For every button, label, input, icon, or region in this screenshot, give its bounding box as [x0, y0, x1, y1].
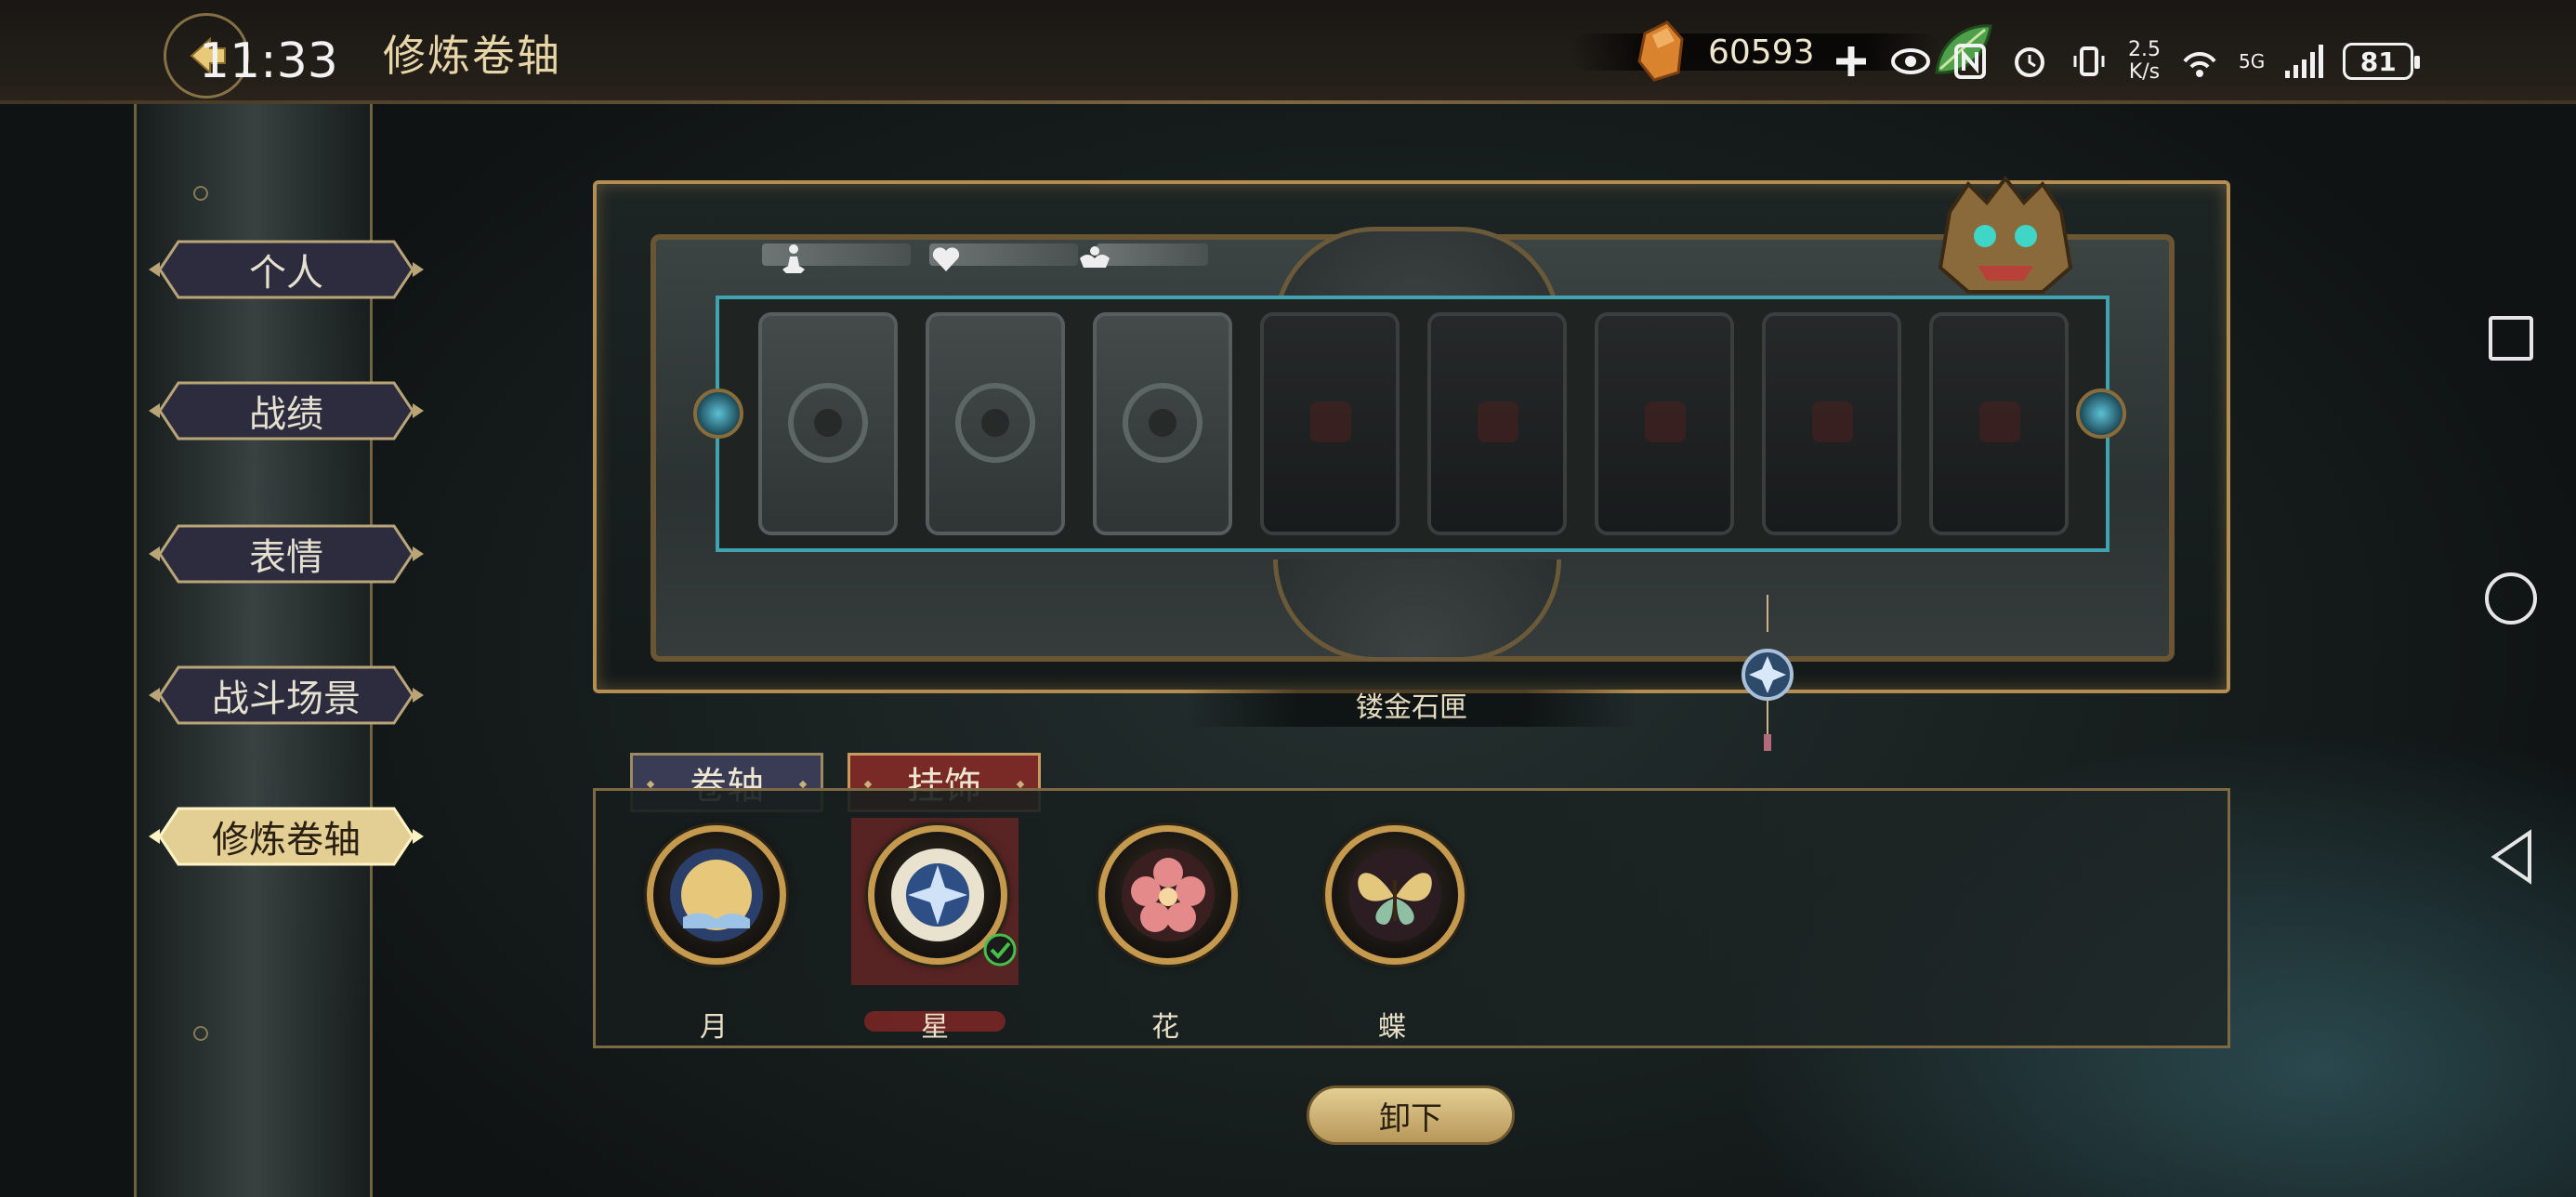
seal-icon — [1310, 401, 1351, 442]
box-slot — [758, 312, 898, 535]
box-slot-locked — [1929, 312, 2069, 535]
seal-icon — [1645, 401, 1686, 442]
sidebar-item-battle-scene[interactable]: 战斗场景 — [147, 664, 426, 727]
clock: 11:33 — [199, 33, 338, 89]
moon-icon — [670, 848, 763, 941]
box-slot-locked — [1260, 312, 1400, 535]
recent-apps-button[interactable] — [2489, 316, 2533, 361]
seal-icon — [1478, 401, 1518, 442]
sidebar-item-emotes[interactable]: 表情 — [147, 522, 426, 585]
box-side-knob-left — [693, 388, 743, 439]
page-title: 修炼卷轴 — [383, 31, 561, 81]
amber-gem-icon[interactable] — [1636, 20, 1686, 82]
sidebar-item-label: 表情 — [249, 536, 323, 579]
sidebar-item-label: 个人 — [249, 252, 323, 295]
item-star[interactable]: 星 — [851, 818, 1019, 1044]
item-coin — [1098, 825, 1238, 965]
signal-type: 5G — [2239, 50, 2266, 72]
seal-icon — [1979, 401, 2020, 442]
sidebar-item-cultivation-scroll[interactable]: 修炼卷轴 — [147, 805, 426, 868]
butterfly-icon — [1348, 848, 1441, 941]
slot-ring — [788, 383, 868, 463]
box-slot-locked — [1762, 312, 1901, 535]
star-icon — [891, 848, 984, 941]
rail-ornament — [193, 1026, 208, 1041]
tab-ornament — [1016, 780, 1025, 789]
box-name-label: 镂金石匣 — [1186, 690, 1637, 727]
heart-icon — [932, 247, 960, 271]
box-side-knob-right — [2076, 388, 2126, 439]
home-button[interactable] — [2485, 572, 2537, 625]
sidebar-item-record[interactable]: 战绩 — [147, 379, 426, 442]
item-flower[interactable]: 花 — [1082, 818, 1249, 1044]
item-label: 星 — [921, 1011, 949, 1044]
sidebar-item-profile[interactable]: 个人 — [147, 238, 426, 301]
nfc-icon — [1950, 41, 1991, 82]
sidebar-item-label: 战斗场景 — [212, 677, 361, 720]
item-label: 花 — [1151, 1011, 1179, 1044]
sidebar-item-label: 修炼卷轴 — [212, 819, 361, 862]
seal-icon — [1812, 401, 1853, 442]
tab-ornament — [646, 780, 655, 789]
tab-ornament — [798, 780, 808, 789]
strength-icon — [1080, 246, 1110, 268]
alarm-icon — [2009, 41, 2050, 82]
unequip-button[interactable]: 卸下 — [1307, 1085, 1515, 1145]
slot-ring — [955, 383, 1035, 463]
item-label: 月 — [700, 1011, 728, 1044]
item-coin — [647, 825, 786, 965]
rail-divider-left — [134, 104, 137, 1197]
net-speed-unit: K/s — [2128, 60, 2161, 84]
box-slot — [1093, 312, 1232, 535]
plus-icon — [1831, 41, 1872, 82]
flower-icon — [1122, 848, 1215, 941]
meditation-icon — [782, 244, 805, 273]
vibrate-icon — [2069, 41, 2109, 82]
item-moon[interactable]: 月 — [630, 818, 797, 1044]
rail-ornament — [193, 186, 208, 201]
box-slot-locked — [1427, 312, 1567, 535]
tab-ornament — [863, 780, 873, 789]
box-slot — [926, 312, 1065, 535]
equipped-check-icon — [983, 933, 1017, 967]
item-coin — [1325, 825, 1465, 965]
slot-ring — [1123, 383, 1203, 463]
net-speed-value: 2.5 — [2128, 38, 2161, 61]
system-status-icons: 2.5 K/s 5G 81 — [1831, 33, 2421, 89]
header-divider — [0, 100, 2576, 104]
sidebar-item-label: 战绩 — [249, 393, 323, 436]
guardian-beast-icon — [1938, 175, 2073, 294]
signal-bars-icon — [2283, 41, 2324, 82]
item-label: 蝶 — [1378, 1011, 1406, 1044]
eye-icon — [1890, 41, 1931, 82]
system-back-button[interactable] — [2489, 829, 2535, 885]
battery-indicator: 81 — [2343, 43, 2421, 80]
currency-value: 60593 — [1708, 33, 1815, 72]
box-top-strip — [1097, 243, 1208, 266]
item-butterfly[interactable]: 蝶 — [1308, 818, 1476, 1044]
network-speed: 2.5 K/s — [2128, 39, 2161, 84]
star-pendant-charm — [1741, 595, 1794, 751]
wifi-icon — [2179, 41, 2220, 82]
box-slot-locked — [1595, 312, 1734, 535]
